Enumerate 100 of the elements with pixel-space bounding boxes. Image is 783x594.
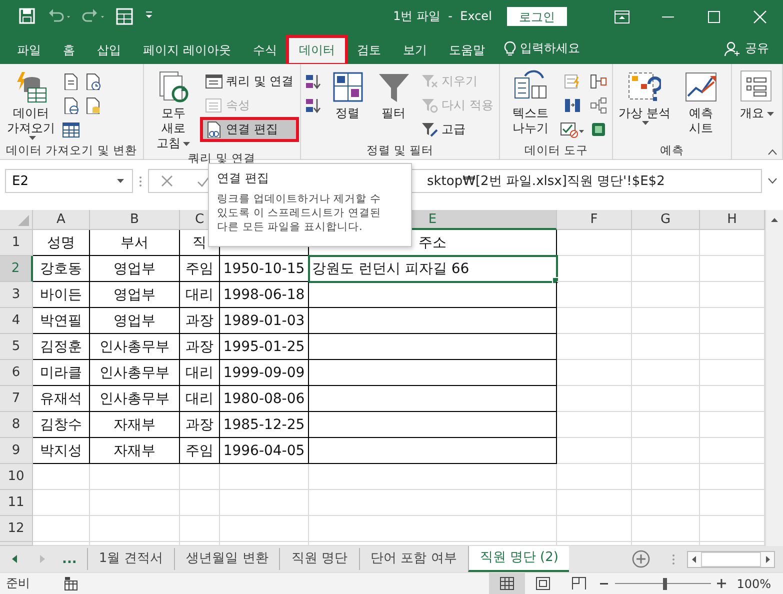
table-cell: 바이든 bbox=[33, 282, 90, 308]
horizontal-scrollbar[interactable] bbox=[687, 550, 775, 568]
column-header[interactable]: A bbox=[33, 210, 90, 230]
empty-cell bbox=[632, 412, 700, 438]
row-header[interactable]: 11 bbox=[0, 490, 33, 516]
ribbon-tab[interactable]: 도움말 bbox=[438, 37, 496, 64]
table-cell: 박지성 bbox=[33, 438, 90, 464]
fill-handle[interactable] bbox=[552, 277, 559, 284]
macro-record-icon[interactable] bbox=[64, 576, 78, 590]
table-cell: 영업부 bbox=[90, 256, 180, 282]
cancel-icon[interactable] bbox=[161, 175, 173, 187]
selected-cell[interactable]: 강원도 런던시 피자길 66 bbox=[309, 256, 557, 282]
ribbon-tab[interactable]: 파일 bbox=[6, 37, 52, 64]
row-header[interactable]: 2 bbox=[0, 256, 33, 282]
ribbon-tab[interactable]: 데이터 bbox=[288, 37, 346, 64]
ribbon-button[interactable]: 모두 새로 고침 bbox=[148, 68, 199, 151]
ribbon-tab[interactable]: 페이지 레이아웃 bbox=[132, 37, 242, 64]
table-icon[interactable] bbox=[62, 120, 80, 139]
add-sheet-icon[interactable] bbox=[632, 550, 650, 568]
table-cell: 대리 bbox=[180, 360, 220, 386]
scroll-right-icon[interactable] bbox=[766, 556, 770, 562]
table-cell: 과장 bbox=[180, 334, 220, 360]
ribbon-button[interactable]: 가상 분석 bbox=[617, 68, 672, 125]
ribbon-tab[interactable]: 수식 bbox=[242, 37, 288, 64]
forecast-chart-icon bbox=[684, 70, 718, 104]
column-header[interactable]: H bbox=[700, 210, 765, 230]
table-cell: 주임 bbox=[180, 256, 220, 282]
row-header[interactable]: 6 bbox=[0, 360, 33, 386]
ribbon-tab[interactable]: 삽입 bbox=[86, 37, 132, 64]
empty-cell bbox=[632, 490, 700, 516]
database-icon bbox=[14, 70, 48, 104]
ribbon-tab[interactable]: 검토 bbox=[346, 37, 392, 64]
row-header[interactable]: 9 bbox=[0, 438, 33, 464]
more-sheets-button[interactable]: ... bbox=[56, 552, 87, 566]
column-header[interactable]: G bbox=[632, 210, 700, 230]
form-icon[interactable] bbox=[115, 7, 134, 26]
scroll-up-icon[interactable] bbox=[771, 218, 778, 222]
window-title: 1번 파일 - Excel bbox=[392, 8, 493, 25]
database-document-icon[interactable] bbox=[84, 96, 102, 115]
row-header[interactable]: 8 bbox=[0, 412, 33, 438]
outline-icon bbox=[740, 70, 774, 104]
table-cell: 1998-06-18 bbox=[220, 282, 309, 308]
empty-cell bbox=[632, 438, 700, 464]
ribbon-button[interactable]: 필터 bbox=[372, 68, 415, 121]
row-header[interactable]: 3 bbox=[0, 282, 33, 308]
table-cell: 과장 bbox=[180, 412, 220, 438]
ribbon-button[interactable]: 텍스트 나누기 bbox=[504, 68, 556, 136]
ribbon-button[interactable]: 고급 bbox=[418, 120, 496, 139]
consolidate-icon[interactable] bbox=[590, 72, 608, 91]
login-button[interactable]: 로그인 bbox=[507, 7, 567, 26]
normal-view-icon[interactable] bbox=[488, 573, 525, 594]
ribbon-button[interactable]: 쿼리 및 연결 bbox=[203, 72, 296, 91]
row-header[interactable]: 10 bbox=[0, 464, 33, 490]
expand-icon[interactable] bbox=[768, 178, 777, 184]
tell-me-field[interactable]: 입력하세요 bbox=[504, 40, 580, 57]
scroll-left-icon[interactable] bbox=[692, 556, 696, 562]
share-button[interactable]: 공유 bbox=[724, 40, 769, 57]
ribbon-tab[interactable]: 보기 bbox=[392, 37, 438, 64]
group-label: 데이터 도구 bbox=[524, 143, 590, 159]
empty-cell bbox=[632, 360, 700, 386]
collapse-ribbon-icon[interactable] bbox=[768, 149, 777, 155]
sort-descending-icon[interactable] bbox=[304, 96, 323, 115]
sheet-tab[interactable]: 직원 명단 (2) bbox=[468, 546, 570, 572]
table-cell: 미라클 bbox=[33, 360, 90, 386]
row-header[interactable]: 1 bbox=[0, 230, 33, 256]
empty-cell bbox=[180, 490, 220, 516]
row-header[interactable]: 7 bbox=[0, 386, 33, 412]
clear-filter-icon bbox=[420, 73, 439, 90]
sheet-tab[interactable]: 1월 견적서 bbox=[86, 548, 174, 570]
zoom-level[interactable]: 100% bbox=[728, 576, 783, 590]
ribbon-button[interactable]: 개요 bbox=[736, 68, 778, 121]
table-cell: 1995-01-25 bbox=[220, 334, 309, 360]
table-cell: 1996-04-05 bbox=[220, 438, 309, 464]
column-header[interactable]: B bbox=[90, 210, 180, 230]
name-box[interactable]: E2 bbox=[5, 169, 133, 193]
relationships-icon[interactable] bbox=[590, 96, 608, 115]
sheet-tab[interactable]: 직원 명단 bbox=[279, 548, 359, 570]
ribbon-button[interactable]: 데이터 가져오기 bbox=[4, 68, 58, 140]
ribbon-button[interactable]: 정렬 bbox=[326, 68, 369, 121]
ribbon-button[interactable]: 예측 시트 bbox=[675, 68, 727, 136]
table-cell: 김창수 bbox=[33, 412, 90, 438]
web-document-icon[interactable] bbox=[62, 96, 80, 115]
sort-ascending-icon[interactable] bbox=[304, 72, 323, 91]
what-if-icon bbox=[627, 70, 662, 104]
data-validation-icon[interactable] bbox=[560, 120, 586, 139]
check-icon[interactable] bbox=[197, 175, 210, 187]
empty-cell bbox=[632, 334, 700, 360]
sheet-tab[interactable]: 생년월일 변환 bbox=[174, 548, 280, 570]
row-header[interactable]: 5 bbox=[0, 334, 33, 360]
save-icon[interactable] bbox=[18, 7, 37, 26]
recent-document-icon[interactable] bbox=[84, 72, 102, 91]
vertical-scrollbar[interactable] bbox=[765, 210, 783, 546]
row-header[interactable]: 12 bbox=[0, 516, 33, 542]
caret-icon bbox=[117, 179, 124, 183]
column-header[interactable]: F bbox=[557, 210, 632, 230]
ribbon-tab[interactable]: 홈 bbox=[52, 37, 86, 64]
document-icon[interactable] bbox=[62, 72, 80, 91]
ribbon-button[interactable]: 연결 편집 bbox=[203, 120, 296, 139]
row-header[interactable]: 4 bbox=[0, 308, 33, 334]
advanced-filter-icon bbox=[420, 121, 439, 138]
